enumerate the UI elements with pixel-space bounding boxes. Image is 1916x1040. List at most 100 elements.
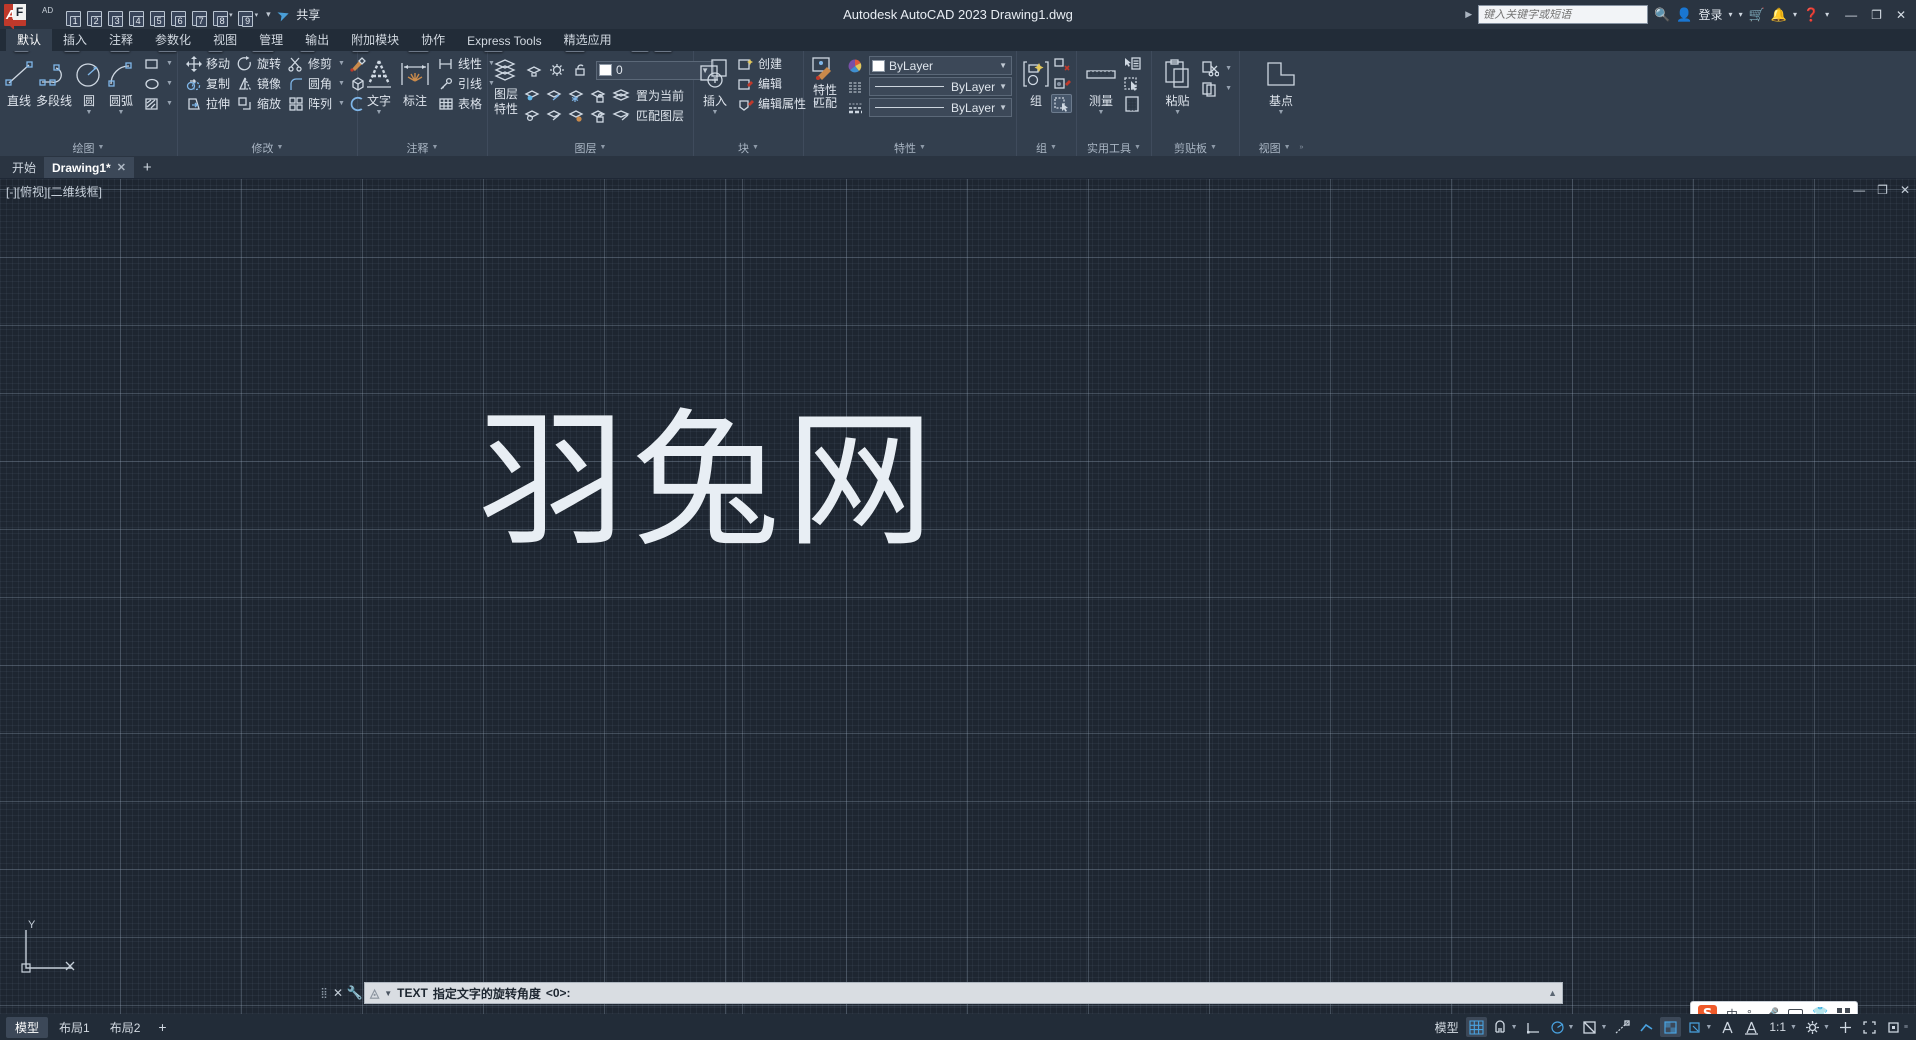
transparency-icon[interactable] <box>1660 1017 1681 1037</box>
ribbon-tab-annotate[interactable]: 注释 <box>98 29 144 51</box>
maximize-button[interactable]: ❐ <box>1871 8 1882 22</box>
tool-ungroup[interactable] <box>1051 54 1072 73</box>
viewport-label[interactable]: [-][俯视][二维线框] <box>6 183 102 200</box>
layer-unlock-all-icon[interactable] <box>569 61 590 80</box>
qat-save-icon[interactable]: 3 <box>105 4 125 26</box>
drawing-canvas[interactable]: [-][俯视][二维线框] — ❐ ✕ 羽兔网 Y S 中 °, 🎤 👕 <box>0 179 1916 1014</box>
panel-draw-expand-icon[interactable]: ▼ <box>98 144 105 151</box>
tool-ellipse-dropdown-icon[interactable]: ▼ <box>166 80 173 87</box>
autoscale-icon[interactable] <box>1741 1017 1762 1037</box>
search-icon[interactable]: 🔍 <box>1654 7 1670 23</box>
tool-fillet-dropdown-icon[interactable]: ▼ <box>338 80 345 87</box>
panel-block-expand-icon[interactable]: ▼ <box>752 144 759 151</box>
tool-calculator[interactable] <box>1121 94 1142 113</box>
tool-array-dropdown-icon[interactable]: ▼ <box>338 100 345 107</box>
file-tab-close-icon[interactable]: ✕ <box>117 161 126 174</box>
layout-tab-layout2[interactable]: 布局2 <box>101 1017 150 1038</box>
layer-off-icon[interactable] <box>522 106 543 125</box>
sogou-ime-bar[interactable]: S 中 °, 🎤 👕 <box>1690 1001 1858 1014</box>
layer-previous-icon[interactable] <box>544 86 565 105</box>
qat-customize-icon[interactable]: ▾ <box>266 9 271 20</box>
tool-insert-block[interactable]: 插入 ▼ <box>698 54 732 116</box>
status-model-label[interactable]: 模型 <box>1431 1019 1463 1036</box>
annotation-scale-label[interactable]: 1:1 <box>1765 1020 1790 1034</box>
tool-line[interactable]: 直线 <box>4 54 34 109</box>
tool-base-point-dropdown-icon[interactable]: ▼ <box>1278 110 1285 116</box>
qat-open-icon[interactable]: 2 <box>84 4 104 26</box>
tool-trim[interactable]: 修剪 ▼ <box>284 54 348 73</box>
tool-hatch[interactable]: ▼ <box>140 94 176 113</box>
qat-saveas-icon[interactable]: 4 <box>126 4 146 26</box>
qat-plot-icon[interactable]: 7 <box>189 4 209 26</box>
ribbon-tab-featured-apps[interactable]: 精选应用 <box>553 29 623 51</box>
tool-rectangle-dropdown-icon[interactable]: ▼ <box>166 60 173 67</box>
tool-paste[interactable]: 粘贴 ▼ <box>1156 54 1199 116</box>
match-layer-icon[interactable] <box>610 106 634 125</box>
properties-match-button[interactable]: 特性 匹配 <box>808 56 842 110</box>
panel-utilities-expand-icon[interactable]: ▼ <box>1134 144 1141 151</box>
panel-annotation-expand-icon[interactable]: ▼ <box>432 144 439 151</box>
viewport-minimize-icon[interactable]: — <box>1853 183 1865 197</box>
layer-unisolate-icon[interactable] <box>546 61 567 80</box>
login-label[interactable]: 登录 <box>1699 6 1723 23</box>
polar-tracking-icon[interactable] <box>1547 1017 1568 1037</box>
viewport-close-icon[interactable]: ✕ <box>1900 183 1910 197</box>
layer-merge-icon[interactable] <box>566 106 587 125</box>
qat-export-icon[interactable]: 5 <box>147 4 167 26</box>
tool-copy[interactable]: 复制 <box>182 74 233 93</box>
panel-clipboard-expand-icon[interactable]: ▼ <box>1210 144 1217 151</box>
hardware-accel-icon[interactable] <box>1883 1017 1904 1037</box>
layer-freeze-icon[interactable] <box>566 86 587 105</box>
sogou-logo-icon[interactable]: S <box>1698 1005 1717 1015</box>
snap-dropdown-icon[interactable]: ▼ <box>1511 1024 1518 1031</box>
ortho-mode-icon[interactable] <box>1523 1017 1544 1037</box>
layer-properties-icon[interactable] <box>492 55 520 85</box>
ribbon-tab-manage[interactable]: 管理 <box>248 29 294 51</box>
tool-copy-clip-dropdown-icon[interactable]: ▼ <box>1225 85 1232 92</box>
ribbon-tab-parametric[interactable]: 参数化 <box>144 29 202 51</box>
tool-measure-dropdown-icon[interactable]: ▼ <box>1098 110 1105 116</box>
panel-modify-expand-icon[interactable]: ▼ <box>277 144 284 151</box>
tool-dimension[interactable]: 标注 <box>398 54 432 109</box>
status-overflow-icon[interactable]: ≡ <box>1904 1024 1908 1031</box>
tool-cut[interactable]: ▼ <box>1199 59 1235 78</box>
tool-arc[interactable]: 圆弧 ▼ <box>106 54 136 116</box>
tool-rotate[interactable]: 旋转 <box>233 54 284 73</box>
tool-measure[interactable]: 测量 ▼ <box>1081 54 1121 116</box>
tool-array[interactable]: 阵列 ▼ <box>284 94 348 113</box>
store-icon[interactable]: 🛒 <box>1749 7 1765 23</box>
ime-punctuation-icon[interactable]: °, <box>1747 1007 1755 1014</box>
qat-redo-icon[interactable]: 9 <box>236 4 256 26</box>
layer-thaw-icon[interactable] <box>544 106 565 125</box>
new-layout-button[interactable]: + <box>151 1019 173 1035</box>
customization-icon[interactable] <box>1835 1017 1856 1037</box>
toolbox-icon[interactable] <box>1837 1008 1850 1015</box>
share-label[interactable]: 共享 <box>296 6 320 23</box>
tool-circle[interactable]: 圆 ▼ <box>74 54 104 116</box>
layer-lock-icon[interactable] <box>588 86 609 105</box>
tool-mirror[interactable]: 镜像 <box>233 74 284 93</box>
keyboard-icon[interactable] <box>1788 1009 1803 1014</box>
microphone-icon[interactable]: 🎤 <box>1764 1007 1779 1014</box>
tool-copy-clip[interactable]: ▼ <box>1199 79 1235 98</box>
skin-icon[interactable]: 👕 <box>1812 1006 1828 1014</box>
property-color-dropdown-icon[interactable]: ▼ <box>999 61 1009 70</box>
share-icon[interactable]: ➤ <box>274 4 292 25</box>
help-search-input[interactable] <box>1483 9 1643 21</box>
minimize-button[interactable]: — <box>1845 8 1857 22</box>
object-snap-icon[interactable] <box>1579 1017 1600 1037</box>
help-search-box[interactable] <box>1478 5 1648 24</box>
layer-set-current-icon[interactable] <box>610 86 634 105</box>
command-line-scroll-icon[interactable]: ▲ <box>1548 988 1557 998</box>
command-line[interactable]: ⣿ ✕ 🔧 ◬ ▼ TEXT 指定文字的旋转角度 <0>: ▲ <box>318 982 1563 1004</box>
autodesk-cloud-icon[interactable]: ▾ <box>1739 10 1743 19</box>
layout-tab-layout1[interactable]: 布局1 <box>50 1017 99 1038</box>
selection-cycling-dropdown-icon[interactable]: ▼ <box>1705 1024 1712 1031</box>
tool-select-all[interactable] <box>1121 74 1142 93</box>
property-linetype-combo[interactable]: ByLayer ▼ <box>869 77 1012 96</box>
grid-display-icon[interactable] <box>1466 1017 1487 1037</box>
ribbon-tab-express-tools[interactable]: Express Tools <box>456 32 552 51</box>
tool-quick-select[interactable] <box>1121 54 1142 73</box>
new-file-tab-button[interactable]: + <box>134 159 161 178</box>
property-lineweight-combo[interactable]: ByLayer ▼ <box>869 98 1012 117</box>
